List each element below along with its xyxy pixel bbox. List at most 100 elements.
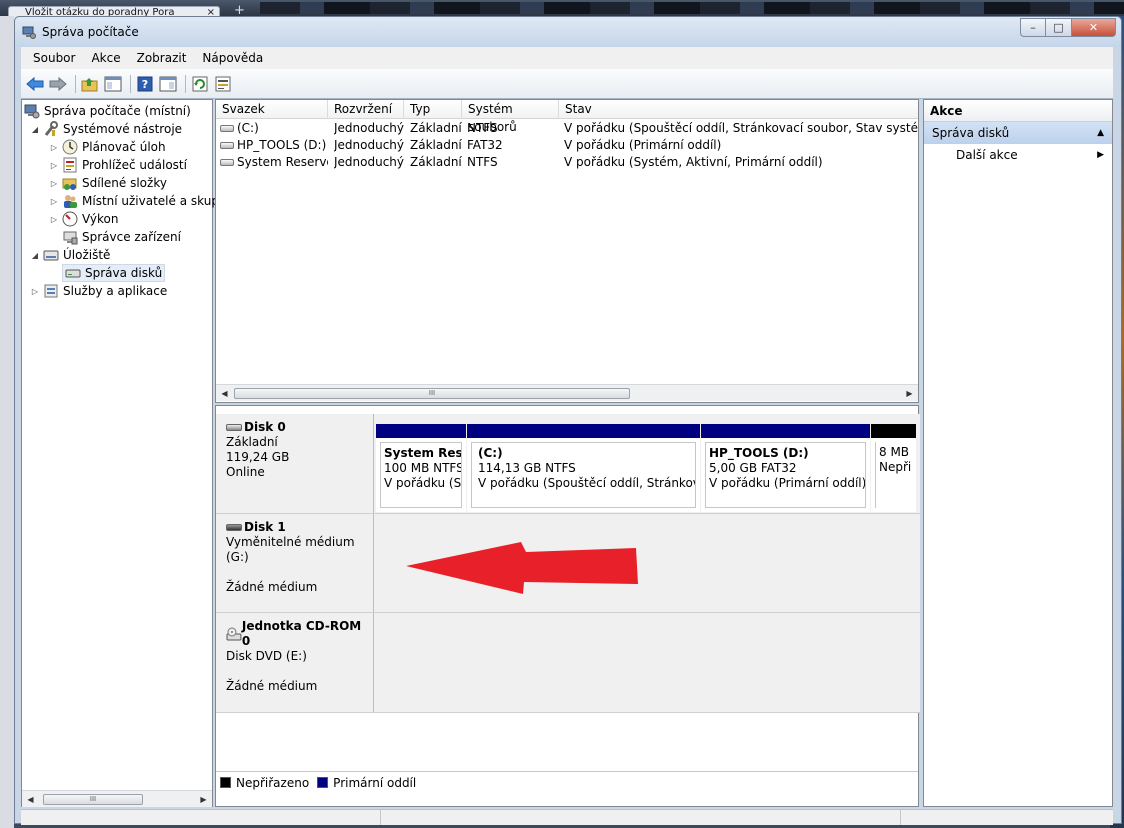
scrollbar-track[interactable]: III bbox=[39, 792, 195, 807]
column-header-layout[interactable]: Rozvržení bbox=[328, 100, 404, 119]
menu-napoveda[interactable]: Nápověda bbox=[194, 51, 271, 65]
column-header-type[interactable]: Typ bbox=[404, 100, 462, 119]
cell-status: V pořádku (Spouštěcí oddíl, Stránkovací … bbox=[564, 121, 919, 135]
tree-item-label: Úložiště bbox=[63, 248, 111, 262]
red-arrow-annotation-icon bbox=[406, 542, 638, 594]
expander-icon[interactable]: ▷ bbox=[49, 197, 59, 206]
scrollbar-track[interactable]: III bbox=[233, 386, 901, 401]
scrollbar-thumb[interactable]: III bbox=[43, 793, 143, 805]
action-pane-icon bbox=[159, 76, 177, 91]
expander-icon[interactable]: ◢ bbox=[30, 251, 40, 260]
minimize-button[interactable]: – bbox=[1020, 18, 1046, 37]
scrollbar-thumb[interactable]: III bbox=[234, 387, 630, 399]
cell-layout: Jednoduchý bbox=[334, 138, 404, 152]
menu-soubor[interactable]: Soubor bbox=[25, 51, 83, 65]
column-header-status[interactable]: Stav bbox=[559, 100, 920, 119]
expander-icon[interactable]: ▷ bbox=[49, 143, 59, 152]
console-tree: Správa počítače (místní) ◢ Systémové nás… bbox=[21, 99, 237, 807]
status-bar bbox=[21, 809, 1113, 825]
expander-icon[interactable]: ▷ bbox=[49, 179, 59, 188]
volume-icon bbox=[220, 142, 234, 149]
expander-icon[interactable]: ▷ bbox=[30, 287, 40, 296]
partition-hp-tools[interactable]: HP_TOOLS (D:) 5,00 GB FAT32 V pořádku (P… bbox=[701, 424, 870, 512]
help-button[interactable]: ? bbox=[135, 74, 155, 94]
tree-item-event-viewer[interactable]: ▷ Prohlížeč událostí bbox=[49, 156, 187, 174]
tree-horizontal-scrollbar[interactable]: ◀ III ▶ bbox=[22, 790, 212, 807]
volume-icon bbox=[220, 125, 234, 132]
tree-item-local-users[interactable]: ▷ Místní uživatelé a skupiny bbox=[49, 192, 237, 210]
tree-item-system-tools[interactable]: ◢ Systémové nástroje bbox=[30, 120, 182, 138]
console-tree-icon bbox=[104, 76, 122, 91]
maximize-button[interactable]: □ bbox=[1046, 18, 1072, 37]
partition-c[interactable]: (C:) 114,13 GB NTFS V pořádku (Spouštěcí… bbox=[467, 424, 700, 512]
show-hide-tree-button[interactable] bbox=[103, 74, 123, 94]
partition-color-bar bbox=[701, 424, 870, 438]
volume-list-header: Svazek Rozvržení Typ Systém souborů Stav bbox=[216, 100, 920, 134]
partition-details: HP_TOOLS (D:) 5,00 GB FAT32 V pořádku (P… bbox=[705, 442, 866, 508]
tree-item-label: Služby a aplikace bbox=[63, 284, 168, 298]
more-actions-item[interactable]: Další akce ▶ bbox=[924, 144, 1112, 166]
disk-media-status: Žádné médium bbox=[226, 580, 318, 594]
disk-management-icon bbox=[65, 265, 81, 281]
tree-item-label: Plánovač úloh bbox=[82, 140, 166, 154]
scroll-right-icon[interactable]: ▶ bbox=[195, 795, 212, 804]
up-level-button[interactable] bbox=[80, 74, 100, 94]
title-bar[interactable]: Správa počítače – □ ✕ bbox=[15, 17, 1121, 47]
expander-icon[interactable]: ◢ bbox=[30, 125, 40, 134]
column-header-filesystem[interactable]: Systém souborů bbox=[462, 100, 559, 134]
menu-zobrazit[interactable]: Zobrazit bbox=[129, 51, 195, 65]
scroll-left-icon[interactable]: ◀ bbox=[22, 795, 39, 804]
disk-info[interactable]: Disk 0 Základní 119,24 GB Online bbox=[216, 414, 374, 513]
tree-item-storage[interactable]: ◢ Úložiště bbox=[30, 246, 111, 264]
disk-info[interactable]: Disk 1 Vyměnitelné médium (G:) Žádné méd… bbox=[216, 514, 374, 612]
tree-item-shared-folders[interactable]: ▷ Sdílené složky bbox=[49, 174, 167, 192]
collapse-icon[interactable]: ▲ bbox=[1097, 122, 1104, 144]
scroll-right-icon[interactable]: ▶ bbox=[901, 389, 918, 398]
close-button[interactable]: ✕ bbox=[1072, 18, 1116, 37]
cell-volume: System Reserved bbox=[220, 154, 328, 171]
legend-swatch-primary bbox=[317, 777, 329, 788]
actions-section-disk-management[interactable]: Správa disků ▲ bbox=[924, 122, 1112, 144]
tree-item-disk-management[interactable]: Správa disků bbox=[49, 264, 166, 282]
table-row[interactable]: System Reserved Jednoduchý Základní NTFS… bbox=[216, 154, 918, 171]
status-segment bbox=[381, 810, 901, 825]
disk-media-type: Disk DVD (E:) bbox=[226, 649, 307, 663]
disk-name: Jednotka CD-ROM 0 bbox=[226, 619, 373, 649]
disk-graphical-view: Disk 0 Základní 119,24 GB Online System … bbox=[215, 405, 920, 807]
status-segment bbox=[21, 810, 381, 825]
menu-akce[interactable]: Akce bbox=[83, 51, 128, 65]
properties-button[interactable] bbox=[213, 74, 233, 94]
forward-button[interactable] bbox=[48, 74, 68, 94]
refresh-button[interactable] bbox=[190, 74, 210, 94]
expander-icon[interactable]: ▷ bbox=[49, 161, 59, 170]
legend-label: Nepřiřazeno bbox=[236, 775, 310, 790]
back-button[interactable] bbox=[25, 74, 45, 94]
table-row[interactable]: HP_TOOLS (D:) Jednoduchý Základní FAT32 … bbox=[216, 137, 918, 154]
shared-folder-icon bbox=[62, 175, 78, 191]
actions-section-label: Správa disků bbox=[932, 126, 1010, 140]
users-icon bbox=[62, 193, 78, 209]
tree-item-task-scheduler[interactable]: ▷ Plánovač úloh bbox=[49, 138, 166, 156]
table-row[interactable]: (C:) Jednoduchý Základní NTFS V pořádku … bbox=[216, 120, 919, 137]
column-header-volume[interactable]: Svazek bbox=[216, 100, 328, 119]
list-horizontal-scrollbar[interactable]: ◀ III ▶ bbox=[216, 384, 918, 401]
tree-item-services-and-applications[interactable]: ▷ Služby a aplikace bbox=[30, 282, 167, 300]
partition-unallocated[interactable]: 8 MB Nepři bbox=[871, 424, 916, 512]
tree-item-performance[interactable]: ▷ Výkon bbox=[49, 210, 118, 228]
actions-pane: Akce Správa disků ▲ Další akce ▶ bbox=[923, 99, 1113, 807]
window-title: Správa počítače bbox=[42, 25, 139, 39]
tree-item-device-manager[interactable]: Správce zařízení bbox=[49, 228, 181, 246]
toolbar-separator bbox=[185, 74, 186, 93]
show-hide-action-pane-button[interactable] bbox=[158, 74, 178, 94]
cell-status: V pořádku (Systém, Aktivní, Primární odd… bbox=[564, 155, 823, 169]
tree-item-root[interactable]: Správa počítače (místní) bbox=[24, 102, 191, 120]
background-bookmarks bbox=[260, 2, 1124, 14]
partition-color-bar bbox=[376, 424, 466, 438]
device-manager-icon bbox=[62, 229, 78, 245]
partition-color-bar bbox=[467, 424, 700, 438]
partition-system-reserved[interactable]: System Reser 100 MB NTFS V pořádku (Sys bbox=[376, 424, 466, 512]
tree-item-label: Správa počítače (místní) bbox=[44, 104, 191, 118]
expander-icon[interactable]: ▷ bbox=[49, 215, 59, 224]
disk-info[interactable]: Jednotka CD-ROM 0 Disk DVD (E:) Žádné mé… bbox=[216, 613, 374, 712]
scroll-left-icon[interactable]: ◀ bbox=[216, 389, 233, 398]
